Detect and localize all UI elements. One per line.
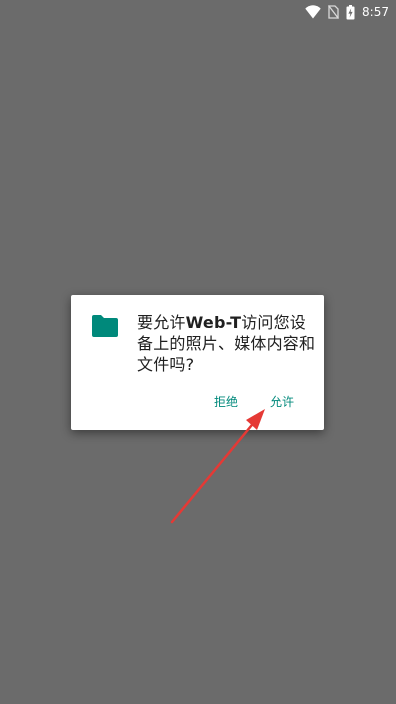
no-sim-icon [328,5,340,19]
clock: 8:57 [362,5,389,19]
status-icons: 8:57 [305,2,389,22]
permission-dialog: 要允许Web-T访问您设备上的照片、媒体内容和文件吗? 拒绝 允许 [71,295,324,430]
status-bar: 8:57 [0,0,396,24]
battery-charging-icon [346,4,355,19]
app-name: Web-T [185,313,242,332]
dialog-message: 要允许Web-T访问您设备上的照片、媒体内容和文件吗? [137,312,317,375]
allow-button[interactable]: 允许 [270,394,294,410]
deny-button[interactable]: 拒绝 [214,394,238,410]
message-prefix: 要允许 [137,313,186,332]
wifi-icon [305,5,321,19]
folder-icon [92,315,118,337]
